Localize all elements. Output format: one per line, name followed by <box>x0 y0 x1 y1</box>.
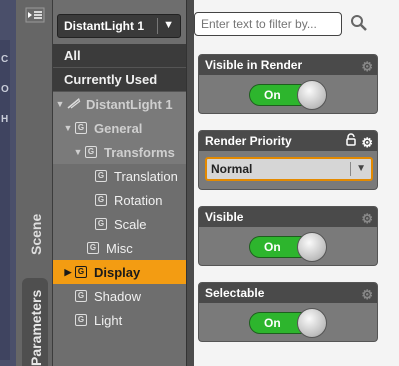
gear-icon[interactable]: ⚙ <box>361 285 373 305</box>
property-visible: Visible ⚙ On <box>198 206 378 266</box>
property-header: Visible in Render ⚙ <box>199 55 377 75</box>
gear-icon[interactable]: ⚙ <box>361 209 373 229</box>
pane-menu-icon <box>25 7 45 23</box>
chevron-down-icon: ▼ <box>356 163 366 174</box>
property-editor: Visible in Render ⚙ On Render Priority ⚙ <box>194 0 399 366</box>
toggle-label: On <box>264 316 281 330</box>
collapse-triangle-icon[interactable]: ▶ <box>63 267 73 278</box>
tree-item-misc[interactable]: G Misc <box>53 236 187 260</box>
filter-input[interactable] <box>194 12 342 36</box>
tree-item-label: Light <box>94 312 123 328</box>
search-button[interactable] <box>350 14 368 32</box>
property-title: Selectable <box>205 286 265 300</box>
tab-scene-label: Scene <box>28 213 44 255</box>
tree-item-label: Misc <box>106 240 133 256</box>
node-selector[interactable]: DistantLight 1 ▼ <box>57 14 181 38</box>
property-title: Visible <box>205 210 244 224</box>
property-title: Render Priority <box>205 134 292 148</box>
parameters-pane: C O H Scene Parameters DistantLight 1 ▼ <box>0 0 399 366</box>
left-edge-glyph: O <box>1 84 9 95</box>
render-priority-select[interactable]: Normal ▼ <box>205 157 373 181</box>
expand-triangle-icon[interactable]: ▼ <box>73 147 83 157</box>
group-icon: G <box>75 314 87 326</box>
distant-light-icon <box>67 97 81 112</box>
group-icon: G <box>85 146 97 158</box>
group-icon: G <box>95 218 107 230</box>
toggle-knob[interactable] <box>297 308 327 338</box>
group-icon: G <box>75 122 87 134</box>
pane-divider-scrollbar[interactable] <box>186 0 194 366</box>
visible-in-render-toggle[interactable]: On <box>249 80 327 110</box>
property-title: Visible in Render <box>205 58 303 72</box>
tree-item-label: Currently Used <box>64 72 158 87</box>
property-header: Visible ⚙ <box>199 207 377 227</box>
toggle-label: On <box>264 240 281 254</box>
visible-toggle[interactable]: On <box>249 232 327 262</box>
property-visible-in-render: Visible in Render ⚙ On <box>198 54 378 114</box>
tab-parameters-label: Parameters <box>28 289 44 366</box>
tree-item-transforms[interactable]: ▼ G Transforms <box>53 140 187 164</box>
chevron-down-icon[interactable]: ▼ <box>163 19 174 31</box>
tree-item-currently-used[interactable]: Currently Used <box>53 68 187 92</box>
tree-item-all[interactable]: All <box>53 44 187 68</box>
tree-item-label: Transforms <box>104 144 175 160</box>
group-icon: G <box>95 170 107 182</box>
tab-scene[interactable]: Scene <box>22 175 48 259</box>
property-tree: DistantLight 1 ▼ All Currently Used ▼ Di… <box>52 0 187 366</box>
group-icon: G <box>87 242 99 254</box>
group-icon: G <box>75 266 87 278</box>
tree-item-general[interactable]: ▼ G General <box>53 116 187 140</box>
tree-item-rotation[interactable]: G Rotation <box>53 188 187 212</box>
tree-item-label: All <box>64 48 81 63</box>
node-selector-separator <box>157 18 158 34</box>
tree-item-root[interactable]: ▼ DistantLight 1 <box>53 92 187 116</box>
vertical-tab-column: Scene Parameters <box>16 0 52 366</box>
tree-item-translation[interactable]: G Translation <box>53 164 187 188</box>
left-edge-glyph: H <box>1 114 9 125</box>
expand-triangle-icon[interactable]: ▼ <box>55 99 65 109</box>
group-icon: G <box>95 194 107 206</box>
gear-icon[interactable]: ⚙ <box>361 57 373 77</box>
tree-item-label: Shadow <box>94 288 141 304</box>
pane-menu-button[interactable] <box>24 6 46 24</box>
tree-item-label: Translation <box>114 168 178 184</box>
tree-item-label: Scale <box>114 216 147 232</box>
toggle-label: On <box>264 88 281 102</box>
property-selectable: Selectable ⚙ On <box>198 282 378 342</box>
search-icon <box>351 15 367 31</box>
toggle-knob[interactable] <box>297 232 327 262</box>
tree-item-display[interactable]: ▶ G Display <box>53 260 187 284</box>
render-priority-value: Normal <box>211 162 253 176</box>
toggle-knob[interactable] <box>297 80 327 110</box>
tree-item-shadow[interactable]: G Shadow <box>53 284 187 308</box>
tree-item-scale[interactable]: G Scale <box>53 212 187 236</box>
tab-parameters[interactable]: Parameters <box>22 278 48 366</box>
lock-icon[interactable] <box>345 132 357 152</box>
group-icon: G <box>75 290 87 302</box>
gear-icon[interactable]: ⚙ <box>361 133 373 153</box>
select-separator <box>350 162 351 176</box>
tree-item-light[interactable]: G Light <box>53 308 187 332</box>
node-selector-value: DistantLight 1 <box>64 19 144 33</box>
left-edge-glyph: C <box>1 54 9 65</box>
property-header: Render Priority ⚙ <box>199 131 377 151</box>
selectable-toggle[interactable]: On <box>249 308 327 338</box>
tree-item-label: General <box>94 120 143 136</box>
property-render-priority: Render Priority ⚙ Normal ▼ <box>198 130 378 190</box>
tree-item-label: Display <box>94 264 141 280</box>
left-edge-strip: C O H <box>0 0 16 366</box>
tree-item-label: DistantLight 1 <box>86 96 173 112</box>
expand-triangle-icon[interactable]: ▼ <box>63 123 73 133</box>
tree-item-label: Rotation <box>114 192 163 208</box>
property-header: Selectable ⚙ <box>199 283 377 303</box>
